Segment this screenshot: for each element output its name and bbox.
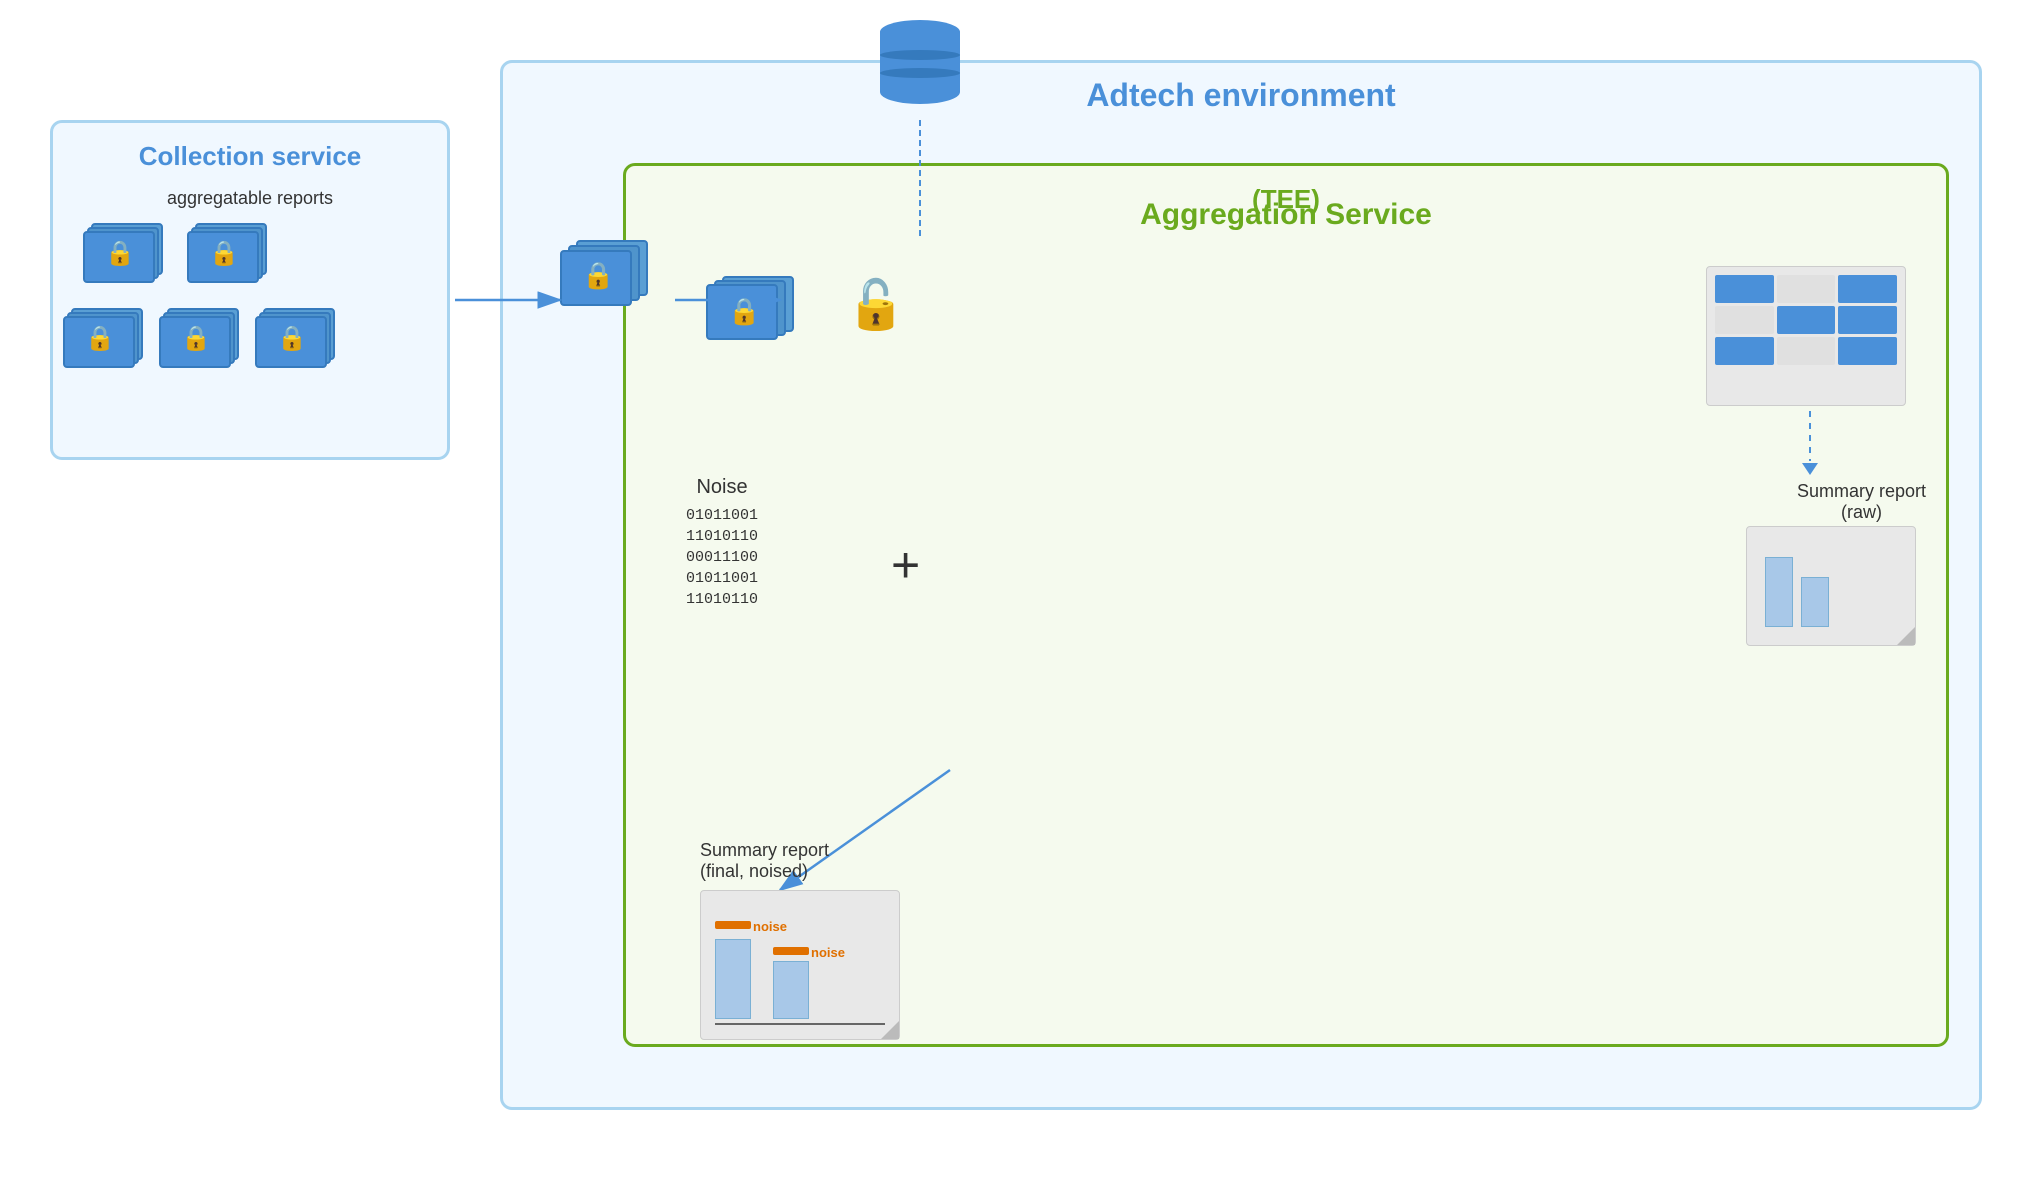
- aggregation-service-title: Aggregation Service: [1140, 198, 1432, 232]
- noise-bar-indicator-1: [715, 921, 751, 929]
- mosaic-cell-2: [1777, 275, 1836, 303]
- noise-label-1: noise: [753, 919, 787, 934]
- mosaic-cell-5: [1777, 306, 1836, 334]
- aggregation-input-reports: 🔒: [706, 276, 806, 356]
- summary-raw-chart-card: [1746, 526, 1916, 646]
- mosaic-cell-4: [1715, 306, 1774, 334]
- collection-service-title: Collection service: [139, 141, 362, 172]
- mosaic-cell-3: [1838, 275, 1897, 303]
- noise-label-2: noise: [811, 945, 845, 960]
- mosaic-grid: [1715, 275, 1897, 365]
- summary-raw-title: Summary report: [1797, 481, 1926, 502]
- database-icon: [880, 20, 960, 104]
- arrow-to-summary-raw: [1802, 411, 1818, 475]
- report-card-3: 🔒: [63, 308, 143, 370]
- aggregatable-reports-label: aggregatable reports: [167, 188, 333, 209]
- bar-2: [1801, 577, 1829, 627]
- summary-report-raw-card: [1706, 266, 1906, 406]
- mosaic-cell-6: [1838, 306, 1897, 334]
- final-summary-card: noise noise: [700, 890, 900, 1040]
- final-bar-1: [715, 939, 751, 1019]
- mosaic-cell-9: [1838, 337, 1897, 365]
- report-card-4: 🔒: [159, 308, 239, 370]
- raw-bar-chart-card: [1746, 526, 1916, 646]
- report-row-1: 🔒 🔒: [83, 223, 267, 285]
- chart-baseline: [715, 1023, 885, 1025]
- unlocked-lock-icon: 🔓: [846, 276, 906, 333]
- lock-icon-aggregation-input: 🔒: [728, 296, 760, 327]
- report-card-1: 🔒: [83, 223, 163, 285]
- raw-bar-chart: [1757, 549, 1837, 635]
- final-bar-chart: noise noise: [715, 939, 885, 1019]
- mosaic-cell-1: [1715, 275, 1774, 303]
- main-container: Adtech environment Aggregation Service (…: [20, 20, 2012, 1140]
- report-row-2: 🔒 🔒 🔒: [63, 308, 335, 370]
- mosaic-card: [1706, 266, 1906, 406]
- summary-final-label: Summary report (final, noised): [700, 840, 900, 882]
- mosaic-cell-7: [1715, 337, 1774, 365]
- noise-section: Noise 01011001 11010110 00011100 0101100…: [686, 476, 758, 610]
- report-card-5: 🔒: [255, 308, 335, 370]
- final-bar-2: [773, 961, 809, 1019]
- middle-batch-reports: 🔒: [560, 240, 660, 320]
- noise-label: Noise: [686, 476, 758, 499]
- mosaic-cell-8: [1777, 337, 1836, 365]
- summary-report-raw-label: Summary report (raw): [1797, 481, 1926, 523]
- noise-binary: 01011001 11010110 00011100 01011001 1101…: [686, 505, 758, 610]
- lock-open-icon: 🔓: [846, 279, 906, 332]
- bar-1: [1765, 557, 1793, 627]
- summary-raw-subtitle: (raw): [1797, 502, 1926, 523]
- noise-bar-indicator-2: [773, 947, 809, 955]
- adtech-env-label: Adtech environment: [1086, 77, 1395, 114]
- plus-symbol: +: [891, 536, 920, 594]
- summary-report-final-section: Summary report (final, noised) noise: [700, 840, 900, 1040]
- collection-service-box: Collection service aggregatable reports …: [50, 120, 450, 460]
- report-card-2: 🔒: [187, 223, 267, 285]
